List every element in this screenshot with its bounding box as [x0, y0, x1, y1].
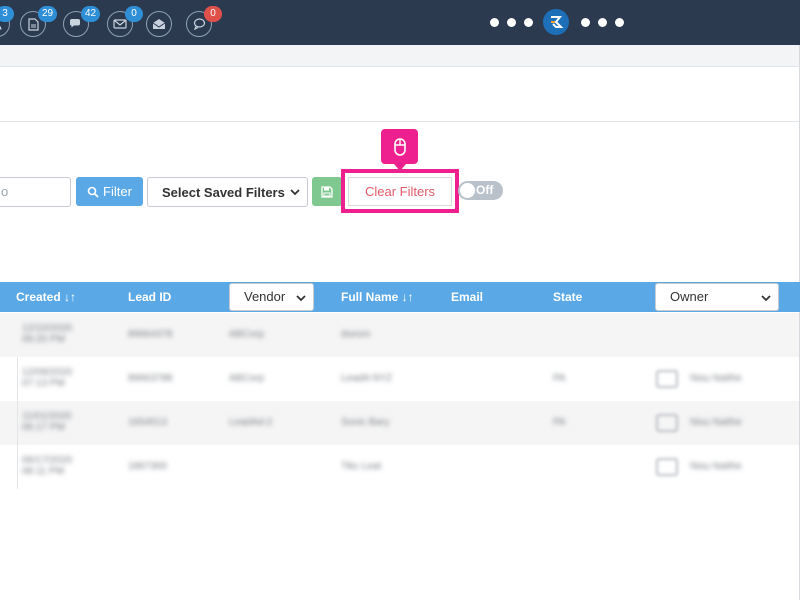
cell-created: 06/17/2020 08:11 PM — [22, 455, 73, 477]
cell-vendor: LeadAd-2 — [229, 417, 273, 428]
table-row[interactable]: 06/17/2020 08:11 PM 1867300 Tikc Leat Ni… — [0, 445, 799, 489]
row-selector[interactable] — [0, 445, 18, 489]
table-row[interactable]: 11/01/2020 06:17 PM 1654513 LeadAd-2 Son… — [0, 401, 799, 445]
column-created[interactable]: Created ↓↑ — [16, 282, 76, 312]
search-icon — [87, 186, 99, 198]
owner-avatar — [656, 458, 678, 476]
saved-filters-label: Select Saved Filters — [162, 184, 285, 200]
dot[interactable] — [490, 17, 499, 27]
cell-created: 12/09/2020 07:13 PM — [22, 367, 73, 389]
envelope-open-icon[interactable] — [146, 11, 172, 37]
cell-vendor: ABCorp — [229, 373, 265, 384]
comments-badge: 42 — [81, 6, 101, 22]
breadcrumb-bar — [0, 45, 800, 67]
document-badge: 29 — [38, 6, 58, 22]
chevron-down-icon — [296, 295, 306, 302]
cell-state: PA — [553, 417, 566, 428]
cell-full-name: LeadA NYZ — [341, 373, 393, 384]
cell-lead-id: 89664378 — [128, 329, 173, 340]
owner-avatar — [656, 370, 678, 388]
row-selector[interactable] — [0, 401, 18, 445]
dot[interactable] — [581, 17, 590, 27]
cell-owner: Nisu Naithe — [690, 373, 742, 384]
dot[interactable] — [507, 17, 516, 27]
cell-created: 11/01/2020 06:17 PM — [22, 411, 72, 433]
logo-icon[interactable] — [543, 9, 569, 35]
cell-full-name: Tikc Leat — [341, 461, 382, 472]
click-indicator — [381, 129, 418, 171]
column-email[interactable]: Email — [451, 282, 483, 312]
cell-vendor: ABCorp — [229, 329, 265, 340]
table-row[interactable]: 12/10/2020 09:20 PM 89664378 ABCorp dses… — [0, 313, 799, 357]
chevron-down-icon — [290, 189, 300, 196]
column-lead-id[interactable]: Lead ID — [128, 282, 171, 312]
column-state[interactable]: State — [553, 282, 582, 312]
chevron-down-icon — [761, 295, 771, 302]
mouse-icon — [393, 137, 406, 156]
cell-full-name: dsesm — [341, 329, 371, 340]
saved-filters-select[interactable]: Select Saved Filters — [147, 177, 308, 207]
cell-lead-id: 1654513 — [128, 417, 167, 428]
divider — [0, 121, 800, 122]
floppy-disk-icon — [321, 185, 333, 198]
owner-select-label: Owner — [670, 289, 709, 304]
filters-toggle[interactable]: Off — [458, 181, 503, 200]
notification-badge: 3 — [0, 6, 14, 22]
owner-filter-select[interactable]: Owner — [655, 283, 779, 311]
cell-lead-id: 89663788 — [128, 373, 173, 384]
table-header: Created ↓↑ Lead ID Vendor Full Name ↓↑ E… — [0, 282, 800, 312]
vendor-select-label: Vendor — [244, 289, 286, 304]
cell-created: 12/10/2020 09:20 PM — [22, 323, 73, 345]
envelope-badge: 0 — [125, 6, 143, 22]
save-filter-button[interactable] — [312, 177, 342, 206]
vendor-filter-select[interactable]: Vendor — [229, 283, 314, 311]
dot[interactable] — [524, 17, 533, 27]
toggle-label: Off — [476, 183, 494, 197]
chat-badge: 0 — [204, 6, 222, 22]
filter-button-label: Filter — [103, 184, 132, 199]
top-navbar: 3 29 42 0 0 — [0, 0, 800, 45]
cell-state: PA — [553, 373, 566, 384]
dot[interactable] — [615, 17, 624, 27]
dot[interactable] — [598, 17, 607, 27]
row-selector[interactable] — [0, 357, 18, 401]
table-row[interactable]: 12/09/2020 07:13 PM 89663788 ABCorp Lead… — [0, 357, 799, 401]
carousel-dots — [490, 9, 632, 35]
owner-avatar — [656, 414, 678, 432]
filter-button[interactable]: Filter — [76, 177, 143, 206]
cell-owner: Nisu Naithe — [690, 417, 742, 428]
cell-owner: Nisu Naithe — [690, 461, 742, 472]
search-input[interactable]: o — [0, 177, 71, 207]
page: 3 29 42 0 0 o Filter Select Saved Filter… — [0, 0, 800, 600]
cell-lead-id: 1867300 — [128, 461, 167, 472]
cell-full-name: Sonic Bary — [341, 417, 390, 428]
clear-filters-button[interactable]: Clear Filters — [348, 177, 452, 206]
column-full-name[interactable]: Full Name ↓↑ — [341, 282, 414, 312]
toggle-knob — [460, 183, 475, 198]
